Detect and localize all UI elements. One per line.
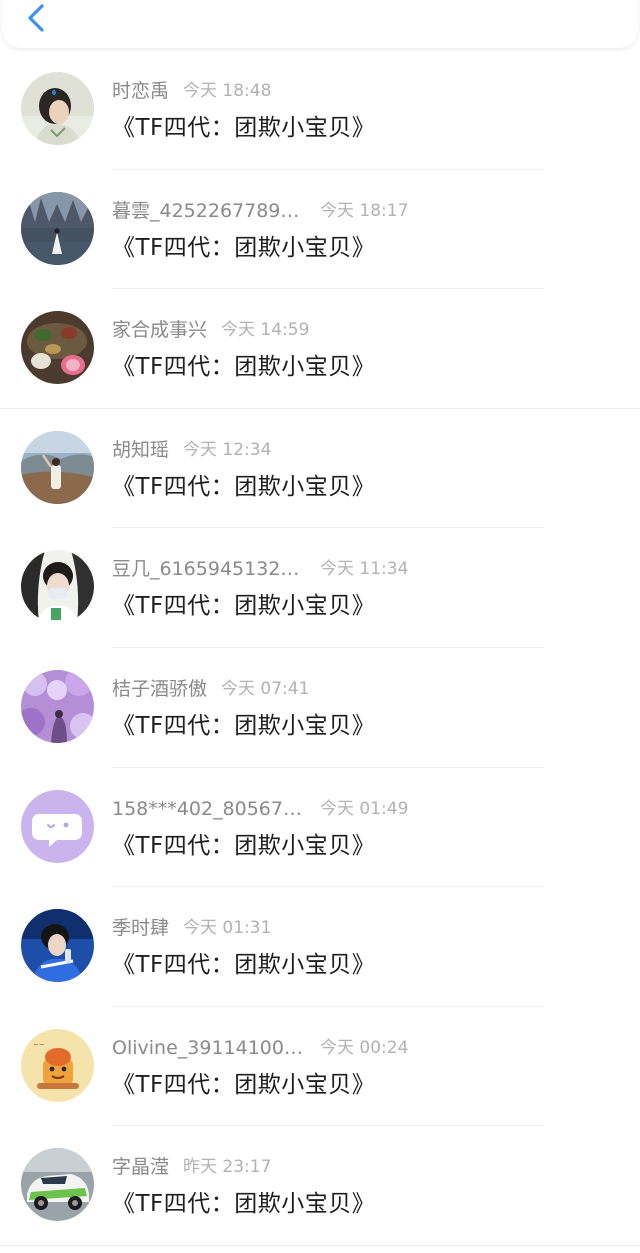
avatar[interactable] (21, 789, 94, 863)
avatar[interactable] (21, 669, 94, 743)
message-text: 《TF四代：团欺小宝贝》 (112, 712, 376, 739)
message-text: 《TF四代：团欺小宝贝》 (112, 234, 376, 261)
sender-name[interactable]: 158***402_80567… (112, 796, 308, 822)
list-item[interactable]: ~~ Olivine_39114100… 今天 00:24 《TF四代：团欺小宝贝… (0, 1007, 640, 1127)
message-text: 《TF四代：团欺小宝贝》 (112, 115, 376, 141)
list-item[interactable]: 桔子酒骄傲 今天 07:41 《TF四代：团欺小宝贝》 (0, 648, 640, 768)
list-item[interactable]: 158***402_80567… 今天 01:49 《TF四代：团欺小宝贝》 (0, 768, 640, 888)
avatar[interactable] (21, 550, 94, 624)
avatar[interactable] (21, 311, 94, 385)
list-item[interactable]: 季时肆 今天 01:31 《TF四代：团欺小宝贝》 (0, 887, 640, 1007)
top-navigation-bar (2, 0, 638, 48)
message-text: 《TF四代：团欺小宝贝》 (112, 593, 376, 620)
list-item[interactable]: 时恋禹 今天 18:48 《TF四代：团欺小宝贝》 (0, 50, 640, 170)
message-text: 《TF四代：团欺小宝贝》 (112, 473, 376, 500)
timestamp: 今天 18:17 (320, 200, 409, 221)
list-item[interactable]: 暮雲_4252267789… 今天 18:17 《TF四代：团欺小宝贝》 (0, 170, 640, 290)
avatar[interactable] (21, 72, 94, 145)
avatar[interactable] (21, 430, 94, 504)
message-list: 时恋禹 今天 18:48 《TF四代：团欺小宝贝》 暮雲_4252267789… 今… (0, 50, 640, 1246)
avatar[interactable] (21, 1148, 94, 1222)
timestamp: 今天 18:48 (183, 81, 272, 101)
message-text: 《TF四代：团欺小宝贝》 (112, 1071, 376, 1098)
sender-name[interactable]: 时恋禹 (112, 78, 169, 104)
sender-name[interactable]: 胡知瑶 (112, 437, 169, 463)
sender-name[interactable]: Olivine_39114100… (112, 1035, 308, 1061)
timestamp: 今天 12:34 (183, 439, 272, 460)
list-item[interactable]: 豆几_6165945132… 今天 11:34 《TF四代：团欺小宝贝》 (0, 528, 640, 648)
message-text: 《TF四代：团欺小宝贝》 (112, 1191, 376, 1218)
avatar[interactable] (21, 191, 94, 265)
timestamp: 今天 07:41 (221, 678, 310, 699)
timestamp: 今天 01:31 (183, 918, 272, 939)
timestamp: 今天 01:49 (320, 798, 409, 819)
timestamp: 今天 14:59 (221, 320, 310, 341)
timestamp: 今天 11:34 (320, 559, 409, 580)
svg-text:~~: ~~ (33, 1041, 45, 1049)
sender-name[interactable]: 字晶滢 (112, 1154, 169, 1180)
message-text: 《TF四代：团欺小宝贝》 (112, 952, 376, 979)
back-button[interactable] (22, 0, 50, 38)
sender-name[interactable]: 季时肆 (112, 915, 169, 941)
list-item[interactable]: 字晶滢 昨天 23:17 《TF四代：团欺小宝贝》 (0, 1126, 640, 1246)
timestamp: 今天 00:24 (320, 1037, 409, 1058)
list-item[interactable]: 家合成事兴 今天 14:59 《TF四代：团欺小宝贝》 (0, 289, 640, 409)
sender-name[interactable]: 暮雲_4252267789… (112, 198, 308, 224)
chevron-left-icon (28, 4, 44, 32)
message-text: 《TF四代：团欺小宝贝》 (112, 832, 376, 859)
sender-name[interactable]: 桔子酒骄傲 (112, 676, 207, 702)
divider (0, 1244, 640, 1246)
sender-name[interactable]: 家合成事兴 (112, 317, 207, 343)
avatar[interactable] (21, 909, 94, 983)
message-text: 《TF四代：团欺小宝贝》 (112, 354, 376, 381)
avatar[interactable]: ~~ (21, 1028, 94, 1102)
list-item[interactable]: 胡知瑶 今天 12:34 《TF四代：团欺小宝贝》 (0, 409, 640, 529)
sender-name[interactable]: 豆几_6165945132… (112, 556, 308, 582)
timestamp: 昨天 23:17 (183, 1157, 272, 1178)
